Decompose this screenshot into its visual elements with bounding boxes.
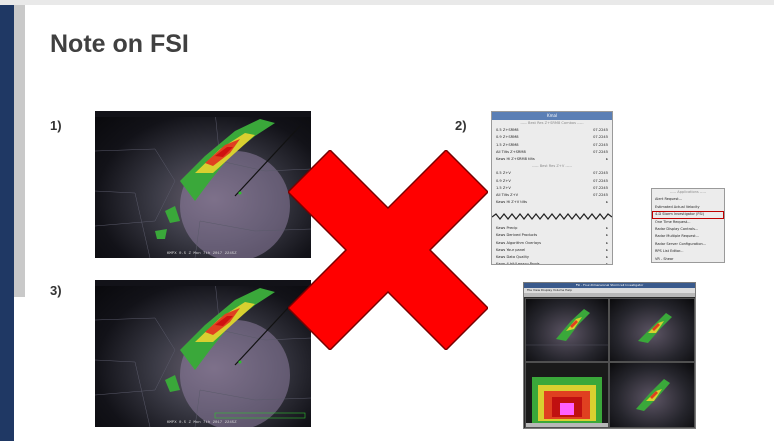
radar-applications-submenu: ----- Applications ----- Alert Request...…: [651, 188, 725, 263]
radar-image-3: KMPX 0.5 Z Mon 7th 2017 2245Z: [95, 280, 311, 427]
menu-item-label: 4-D Storm Investigator (FSI): [655, 212, 704, 217]
menu-item[interactable]: Radar Multiple Request...: [652, 233, 724, 240]
label-step-1: 1): [50, 118, 62, 133]
menu-item-value: 07.2245: [593, 171, 608, 176]
menu-item-label: Estimated Actual Velocity: [655, 204, 700, 209]
menu-item-label: Radar Server Configuration...: [655, 241, 707, 246]
submenu-arrow-icon: ▸: [606, 156, 608, 161]
radar-image-3-timestamp: KMPX 0.5 Z Mon 7th 2017 2245Z: [167, 421, 237, 425]
submenu-arrow-icon: ▸: [606, 240, 608, 245]
menu-item[interactable]: Radar Server Configuration...: [652, 241, 724, 248]
menu-item-value: 07.2245: [593, 178, 608, 183]
label-step-3: 3): [50, 283, 62, 298]
menu-item[interactable]: Alert Request...: [652, 196, 724, 203]
menu-item[interactable]: 1.5 Z+V 07.2245: [492, 185, 612, 192]
menu-section-header: ----- Best Res Z+V -----: [492, 163, 612, 170]
radar-image-1-graphic: [95, 111, 311, 258]
submenu-arrow-icon: ▸: [606, 226, 608, 231]
top-border: [0, 0, 774, 5]
menu-item[interactable]: RPS List Editor...: [652, 248, 724, 255]
menu-item-label: Kaws Data Quality: [496, 255, 530, 259]
submenu-arrow-icon: ▸: [606, 262, 608, 265]
menu-item[interactable]: 0.5 Z+V 07.2245: [492, 170, 612, 177]
menu-item-label: ----- Applications -----: [669, 190, 707, 194]
menu-item-label: All Tilts Z+SRM8: [496, 149, 526, 154]
radar-image-3-toolbar: [95, 280, 311, 286]
menu-item[interactable]: Kaws Your panel ▸: [492, 247, 612, 254]
menu-item[interactable]: Radar Display Controls...: [652, 226, 724, 233]
menu-section-header: ----- Best Res Z+SRM8 Combos -----: [492, 120, 612, 127]
fsi-pane-plan-view: [525, 298, 609, 362]
menu-item-label: Radar Display Controls...: [655, 226, 699, 231]
menu-item-value: 07.2245: [593, 149, 608, 154]
menu-item[interactable]: All Tilts Z+V 07.2245: [492, 192, 612, 199]
menu-item[interactable]: 0.9 Z+SRM8 07.2245: [492, 134, 612, 141]
menu-item-label: 0.5 Z+SRM8: [496, 128, 519, 133]
menu-item[interactable]: Kaws Algorithm Overlays ▸: [492, 240, 612, 247]
menu-item[interactable]: Kaws Hi Z+SRM8 tilts ▸: [492, 156, 612, 163]
sidebar-accent-gray: [14, 5, 25, 297]
menu-item[interactable]: Kaws Data Quality ▸: [492, 254, 612, 261]
menu-item-value: 07.2245: [593, 128, 608, 133]
menu-item-label: Alert Request...: [655, 197, 682, 202]
menu-item-label: Radar Multiple Request...: [655, 234, 699, 239]
fsi-pane-vertical-cross-section: [525, 362, 609, 428]
menu-item[interactable]: All Tilts Z+SRM8 07.2245: [492, 149, 612, 156]
menu-item[interactable]: Kaws 4-bit/Legacy Prods ▸: [492, 261, 612, 265]
menu-item-label: 1.5 Z+V: [496, 185, 511, 190]
menu-item[interactable]: Estimated Actual Velocity: [652, 204, 724, 211]
menu-item[interactable]: Kaws Derived Products ▸: [492, 232, 612, 239]
menu-item-value: 07.2245: [593, 135, 608, 140]
menu-item-label: 0.9 Z+V: [496, 178, 511, 183]
menu-item-label: ----- Best Res Z+V -----: [532, 164, 572, 169]
radar-menu-screenshot: Kmal ----- Best Res Z+SRM8 Combos ----- 0…: [491, 111, 613, 265]
fsi-window-screenshot: FSI - Four-Dimensional Stormcell Investi…: [523, 282, 696, 429]
menu-item-label: Kaws Precip: [496, 226, 518, 231]
menu-item-label: Kaws Algorithm Overlays: [496, 240, 542, 245]
menu-item[interactable]: 0.5 Z+SRM8 07.2245: [492, 127, 612, 134]
x-mark-icon: [288, 150, 488, 350]
fsi-window-toolbar: [524, 293, 695, 297]
menu-item-label: Kaws Hi Z+V tilts: [496, 200, 528, 205]
submenu-arrow-icon: ▸: [606, 247, 608, 252]
menu-item-label: All Tilts Z+V: [496, 192, 519, 197]
menu-item-label: ----- Best Res Z+SRM8 Combos -----: [520, 121, 584, 125]
submenu-arrow-icon: ▸: [606, 200, 608, 205]
menu-item[interactable]: 1.5 Z+SRM8 07.2245: [492, 142, 612, 149]
menu-item[interactable]: Kaws Hi Z+V tilts ▸: [492, 199, 612, 206]
menu-item-label: 0.5 Z+V: [496, 171, 511, 176]
menu-item[interactable]: Kaws Precip ▸: [492, 225, 612, 232]
radar-image-3-graphic: [95, 280, 311, 427]
menu-item-label: Kaws Your panel: [496, 247, 526, 252]
radar-image-1-toolbar: [95, 111, 311, 117]
menu-item-label: 1.5 Z+SRM8: [496, 142, 519, 147]
menu-item-label: Kaws Hi Z+SRM8 tilts: [496, 156, 535, 161]
menu-item-value: 07.2245: [593, 192, 608, 197]
slide-title: Note on FSI: [50, 30, 189, 58]
submenu-arrow-icon: ▸: [606, 255, 608, 259]
menu-item-label: RPS List Editor...: [655, 249, 684, 254]
menu-item-value: 07.2245: [593, 185, 608, 190]
menu-title: Kmal: [492, 112, 612, 120]
fsi-pane-plan-view-2: [609, 362, 695, 428]
menu-section-header: ----- Applications -----: [652, 189, 724, 196]
menu-item[interactable]: VR - Shear: [652, 256, 724, 263]
radar-image-1-timestamp: KMPX 0.5 Z Mon 7th 2017 2245Z: [167, 252, 237, 256]
menu-item-label: One Time Request...: [655, 219, 691, 224]
menu-item-label: 0.9 Z+SRM8: [496, 135, 519, 140]
fsi-pane-dynamic-cross-section: [609, 298, 695, 362]
sidebar-accent-navy: [0, 5, 14, 441]
menu-item-label: VR - Shear: [655, 256, 674, 261]
radar-image-1: KMPX 0.5 Z Mon 7th 2017 2245Z: [95, 111, 311, 258]
menu-item[interactable]: 0.9 Z+V 07.2245: [492, 178, 612, 185]
menu-cut-zigzag: [492, 213, 612, 221]
menu-item-value: 07.2245: [593, 142, 608, 147]
menu-item-label: Kaws Derived Products: [496, 233, 538, 238]
menu-item[interactable]: One Time Request...: [652, 219, 724, 226]
menu-item-selected[interactable]: 4-D Storm Investigator (FSI): [652, 211, 724, 219]
label-step-2: 2): [455, 118, 467, 133]
submenu-arrow-icon: ▸: [606, 233, 608, 238]
menu-item-label: Kaws 4-bit/Legacy Prods: [496, 262, 540, 265]
